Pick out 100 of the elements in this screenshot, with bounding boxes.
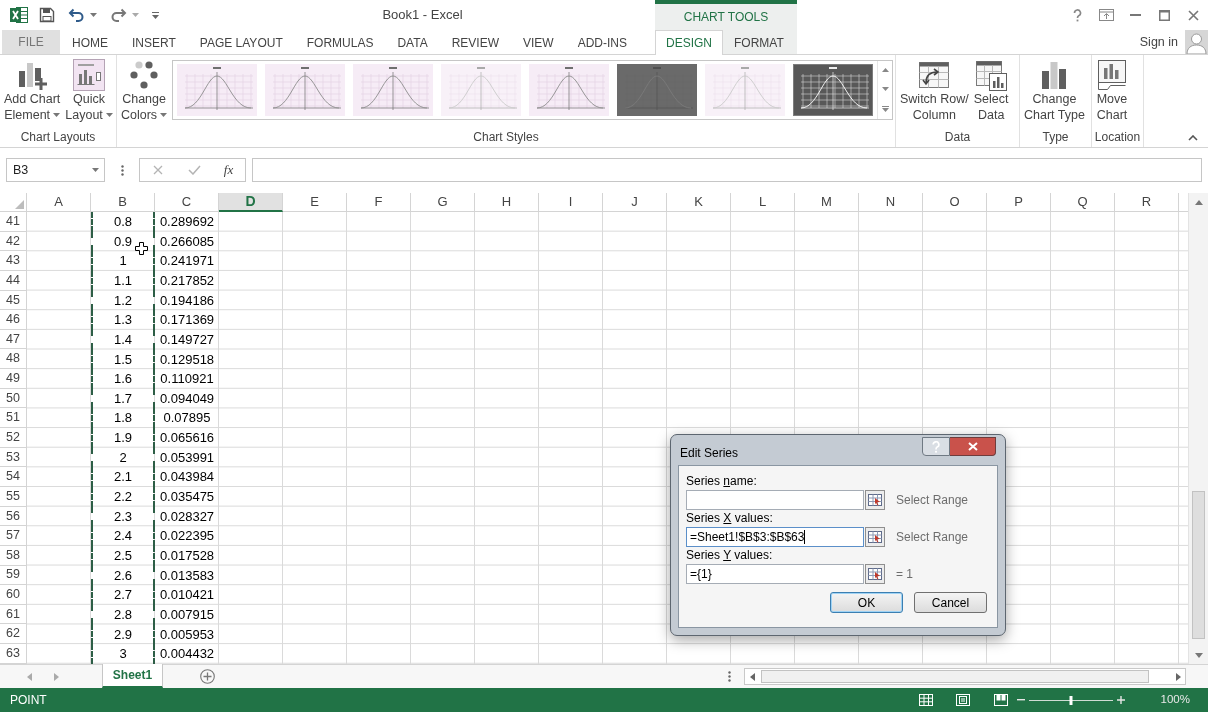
- row-header[interactable]: 42: [0, 231, 27, 252]
- spreadsheet-logo-icon[interactable]: [10, 6, 28, 24]
- line-caret-icon[interactable]: [152, 11, 159, 19]
- range-input[interactable]: ={1}: [686, 564, 864, 584]
- row-header[interactable]: 53: [0, 447, 27, 468]
- right-triangle-icon[interactable]: [1175, 672, 1181, 681]
- row-header[interactable]: 47: [0, 329, 27, 350]
- column-header[interactable]: L: [731, 193, 795, 212]
- page-view-icon[interactable]: [955, 694, 970, 706]
- row-header[interactable]: 61: [0, 604, 27, 625]
- undo-dropdown-icon[interactable]: [90, 13, 97, 17]
- redo-dropdown-icon[interactable]: [132, 13, 139, 17]
- split-page-view-icon[interactable]: [993, 694, 1008, 706]
- plus-circle-icon[interactable]: [200, 669, 215, 684]
- column-header[interactable]: G: [411, 193, 475, 212]
- row-header[interactable]: 41: [0, 212, 27, 232]
- close-icon[interactable]: [1188, 9, 1199, 21]
- chevron-up-icon[interactable]: [1188, 135, 1198, 141]
- row-header[interactable]: 57: [0, 526, 27, 546]
- column-header[interactable]: K: [667, 193, 731, 212]
- user-avatar-icon[interactable]: [1185, 30, 1208, 54]
- dialog-close-button[interactable]: [950, 437, 996, 456]
- ribbon-tab[interactable]: INSERT: [120, 30, 188, 54]
- switch-row-column-button[interactable]: Switch Row/ Column: [898, 55, 971, 123]
- plus-icon[interactable]: [1116, 696, 1125, 704]
- ribbon-tab[interactable]: DESIGN: [655, 30, 723, 55]
- column-header[interactable]: P: [987, 193, 1051, 212]
- column-header[interactable]: R: [1115, 193, 1179, 212]
- window-up-arrow-icon[interactable]: [1099, 9, 1114, 21]
- row-header[interactable]: 59: [0, 565, 27, 586]
- row-header[interactable]: 50: [0, 388, 27, 409]
- dialog-button[interactable]: OK: [830, 592, 903, 613]
- name-box[interactable]: B3: [6, 158, 105, 182]
- row-header[interactable]: 58: [0, 545, 27, 566]
- ribbon-tab[interactable]: ADD-INS: [565, 30, 639, 54]
- horizontal-scrollbar-thumb[interactable]: [761, 670, 1149, 683]
- save-icon[interactable]: [39, 7, 55, 23]
- minus-icon[interactable]: [1016, 699, 1025, 701]
- range-picker-button[interactable]: [865, 490, 885, 510]
- column-header[interactable]: H: [475, 193, 539, 212]
- row-header[interactable]: 46: [0, 310, 27, 330]
- chart-style-thumbnail[interactable]: [793, 64, 874, 116]
- ribbon-tab[interactable]: PAGE LAYOUT: [187, 30, 295, 54]
- move-chart-button[interactable]: Move Chart: [1094, 55, 1130, 123]
- range-input[interactable]: [686, 490, 864, 510]
- scrollbar-thumb[interactable]: [1192, 491, 1205, 639]
- row-header[interactable]: 49: [0, 369, 27, 389]
- check-icon[interactable]: [187, 165, 201, 175]
- row-header[interactable]: 45: [0, 290, 27, 311]
- change-chart-type-button[interactable]: Change Chart Type: [1022, 55, 1087, 123]
- line-caret-icon[interactable]: [881, 105, 889, 112]
- column-header[interactable]: Q: [1051, 193, 1115, 212]
- vertical-dots-icon[interactable]: [120, 164, 124, 176]
- chart-style-thumbnail[interactable]: [441, 64, 522, 116]
- maximize-icon[interactable]: [1159, 9, 1170, 21]
- ribbon-tab[interactable]: DATA: [385, 30, 440, 54]
- ribbon-tab[interactable]: HOME: [60, 30, 120, 54]
- ribbon-tab[interactable]: REVIEW: [439, 30, 511, 54]
- select-data-button[interactable]: Select Data: [971, 55, 1011, 123]
- grid-view-icon[interactable]: [918, 694, 933, 706]
- row-header[interactable]: 43: [0, 251, 27, 271]
- undo-icon[interactable]: [68, 8, 85, 22]
- insert-function-button[interactable]: fx: [212, 160, 245, 180]
- column-header[interactable]: J: [603, 193, 667, 212]
- chart-style-thumbnail[interactable]: [529, 64, 610, 116]
- row-header[interactable]: 48: [0, 349, 27, 370]
- vertical-dots-icon[interactable]: [727, 671, 731, 682]
- zoom-slider-thumb[interactable]: [1069, 695, 1073, 705]
- row-header[interactable]: 54: [0, 467, 27, 487]
- ribbon-tab[interactable]: FORMULAS: [294, 30, 386, 54]
- chart-style-thumbnail[interactable]: [353, 64, 434, 116]
- down-triangle-icon[interactable]: [881, 87, 889, 91]
- range-input[interactable]: =Sheet1!$B$3:$B$63: [686, 527, 864, 547]
- ribbon-tab[interactable]: FORMAT: [723, 30, 795, 54]
- chart-style-thumbnail[interactable]: [617, 64, 698, 116]
- sign-in-link[interactable]: Sign in: [1139, 32, 1178, 52]
- column-header[interactable]: O: [923, 193, 987, 212]
- quick-layout-button[interactable]: Quick Layout: [63, 55, 115, 123]
- row-header[interactable]: 56: [0, 506, 27, 527]
- chart-style-thumbnail[interactable]: [177, 64, 258, 116]
- row-header[interactable]: 62: [0, 624, 27, 645]
- change-colors-button[interactable]: Change Colors: [119, 55, 170, 123]
- row-header[interactable]: 51: [0, 408, 27, 429]
- row-header[interactable]: 63: [0, 644, 27, 664]
- dialog-button[interactable]: Cancel: [914, 592, 987, 613]
- chart-style-thumbnail[interactable]: [265, 64, 346, 116]
- column-header[interactable]: F: [347, 193, 411, 212]
- range-picker-button[interactable]: [865, 527, 885, 547]
- column-header[interactable]: N: [859, 193, 923, 212]
- formula-input[interactable]: [252, 158, 1202, 182]
- row-header[interactable]: 60: [0, 585, 27, 605]
- column-header[interactable]: E: [283, 193, 347, 212]
- up-triangle-icon[interactable]: [1194, 200, 1203, 205]
- row-header[interactable]: 55: [0, 486, 27, 507]
- row-header[interactable]: 44: [0, 270, 27, 291]
- down-triangle-icon[interactable]: [1194, 653, 1203, 658]
- column-header[interactable]: B: [91, 193, 155, 212]
- row-header[interactable]: 52: [0, 428, 27, 448]
- column-header[interactable]: M: [795, 193, 859, 212]
- column-header[interactable]: D: [219, 193, 283, 212]
